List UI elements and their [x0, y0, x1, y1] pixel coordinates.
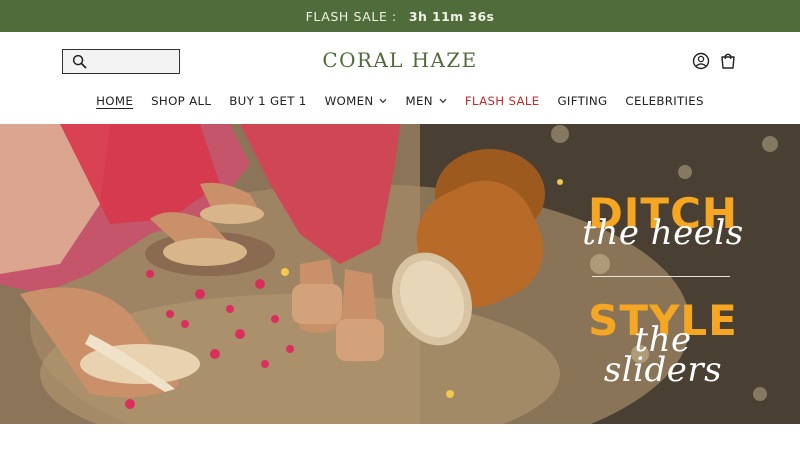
nav-men[interactable]: MEN [405, 94, 447, 108]
chevron-down-icon [439, 98, 447, 104]
nav-celebrities-label: CELEBRITIES [625, 94, 704, 108]
content-below-hero [0, 424, 800, 450]
hero-banner[interactable]: DITCH the heels STYLE the sliders [0, 124, 800, 424]
account-icon[interactable] [691, 51, 711, 71]
flash-sale-label: FLASH SALE : [305, 8, 397, 24]
nav-women-label: WOMEN [324, 94, 374, 108]
nav-flash-sale-label: FLASH SALE [464, 94, 540, 108]
nav-shop-all[interactable]: SHOP ALL [151, 94, 211, 108]
announcement-bar: FLASH SALE : 3h 11m 36s [0, 0, 800, 32]
nav-flash-sale[interactable]: FLASH SALE [465, 94, 540, 108]
hero-headline-1: DITCH the heels [578, 192, 748, 253]
cart-icon[interactable] [718, 51, 738, 71]
hero-the-heels-text: the heels [582, 213, 744, 253]
nav-buy-1-get-1-label: BUY 1 GET 1 [229, 94, 307, 108]
hero-headline-2: STYLE the sliders [578, 299, 748, 388]
nav-home-label: HOME [96, 94, 134, 108]
nav-home[interactable]: HOME [96, 94, 133, 108]
chevron-down-icon [380, 98, 387, 104]
brand-logo[interactable]: CORAL HAZE [0, 48, 800, 72]
nav-buy-1-get-1[interactable]: BUY 1 GET 1 [229, 94, 306, 108]
nav-gifting-label: GIFTING [557, 94, 608, 108]
hero-divider [592, 276, 730, 277]
nav-celebrities[interactable]: CELEBRITIES [625, 94, 703, 108]
countdown-timer: 3h 11m 36s [408, 8, 495, 24]
nav-women[interactable]: WOMEN [325, 94, 388, 108]
nav-men-label: MEN [405, 94, 433, 108]
nav-gifting[interactable]: GIFTING [557, 94, 607, 108]
site-header: CORAL HAZE HOME SHOP ALL BUY 1 GET 1 WOM… [0, 32, 800, 124]
main-nav: HOME SHOP ALL BUY 1 GET 1 WOMEN MEN FLAS… [0, 91, 800, 111]
nav-shop-all-label: SHOP ALL [151, 94, 212, 108]
